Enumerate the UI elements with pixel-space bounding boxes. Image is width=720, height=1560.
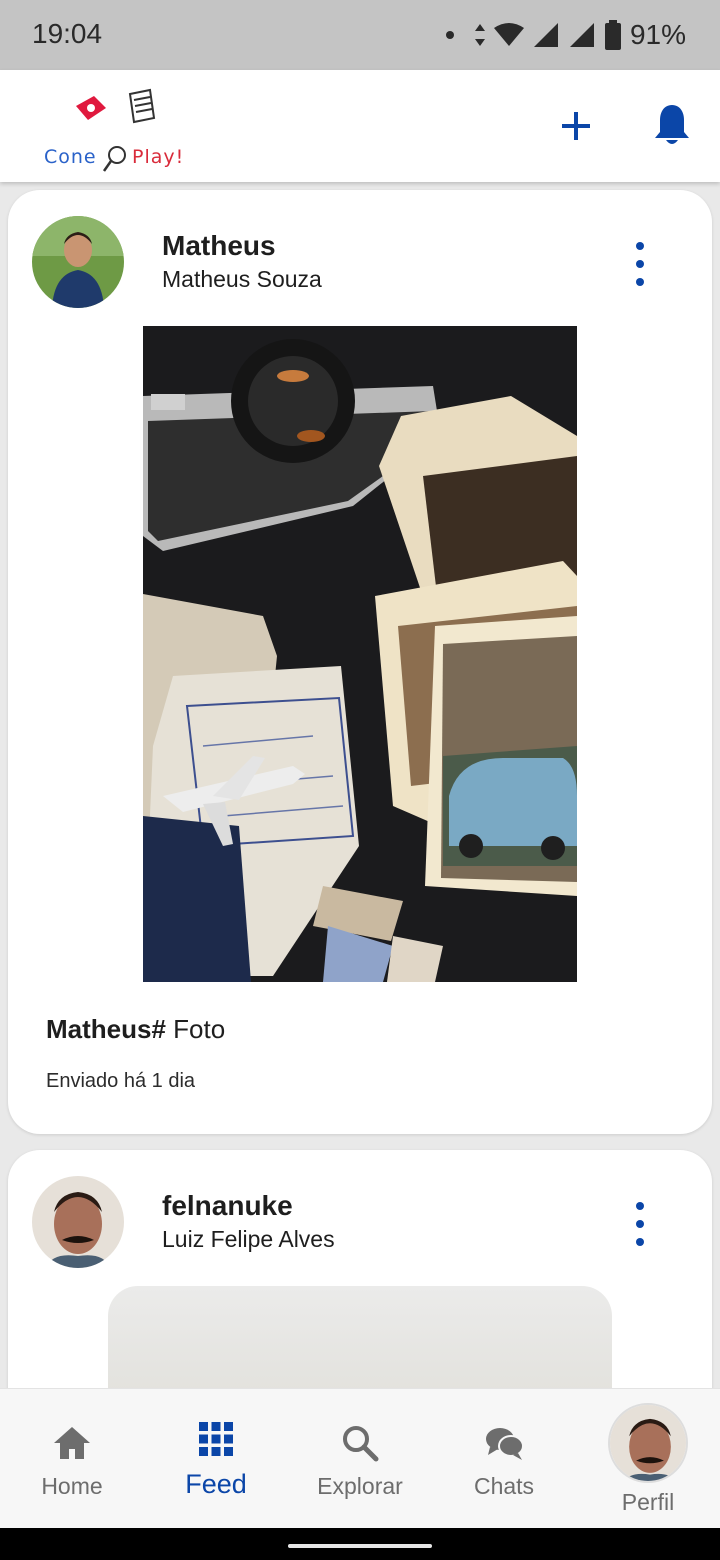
post-caption: Matheus# Foto	[46, 1014, 225, 1045]
notification-dot-icon	[445, 31, 454, 39]
system-navigation-bar	[0, 1528, 720, 1560]
post-full-name: Luiz Felipe Alves	[162, 1226, 335, 1252]
nav-chats-label: Chats	[473, 1473, 535, 1499]
bottom-navigation: Home Feed Explorar Chats Perfil	[0, 1388, 720, 1528]
notifications-bell-icon[interactable]	[652, 102, 692, 148]
data-arrows-icon	[474, 24, 485, 46]
battery-icon	[604, 20, 621, 50]
nav-explorar[interactable]: Explorar	[288, 1389, 432, 1529]
post-card: Matheus Matheus Souza Matheus# Foto Envi…	[8, 190, 712, 1134]
nav-perfil[interactable]: Perfil	[576, 1389, 720, 1529]
avatar[interactable]	[32, 1176, 124, 1268]
nav-explorar-label: Explorar	[317, 1473, 403, 1499]
logo-paper-icon	[128, 88, 156, 124]
grid-icon	[199, 1422, 233, 1456]
signal-icon	[533, 23, 558, 47]
nav-perfil-label: Perfil	[621, 1489, 675, 1515]
avatar	[608, 1403, 688, 1483]
more-options-icon[interactable]	[626, 242, 654, 286]
status-time: 19:04	[32, 18, 103, 49]
nav-feed[interactable]: Feed	[144, 1389, 288, 1529]
nav-home[interactable]: Home	[0, 1389, 144, 1529]
status-bar: 19:04 91%	[0, 0, 720, 70]
caption-user[interactable]: Matheus#	[46, 1014, 166, 1044]
post-username[interactable]: felnanuke	[162, 1190, 293, 1222]
add-post-button[interactable]	[556, 106, 596, 146]
battery-percent: 91%	[629, 19, 686, 50]
more-options-icon[interactable]	[626, 1202, 654, 1246]
post-full-name: Matheus Souza	[162, 266, 322, 292]
nav-feed-label: Feed	[185, 1469, 247, 1499]
caption-text: Foto	[165, 1014, 226, 1044]
logo-text-left: Cone	[44, 146, 97, 168]
wifi-icon	[493, 23, 524, 46]
app-bar: Cone Play!	[0, 70, 720, 182]
logo-text-right: Play!	[132, 146, 185, 168]
chat-bubbles-icon	[486, 1428, 524, 1460]
status-icons: 91%	[445, 18, 686, 52]
post-timestamp: Enviado há 1 dia	[46, 1070, 196, 1092]
logo-magnifier-icon	[102, 146, 126, 172]
post-image[interactable]	[143, 326, 577, 982]
post-username[interactable]: Matheus	[162, 230, 276, 262]
home-icon	[54, 1427, 90, 1459]
app-logo[interactable]: Cone Play!	[44, 88, 185, 172]
nav-chats[interactable]: Chats	[432, 1389, 576, 1529]
home-indicator[interactable]	[288, 1544, 432, 1548]
logo-ticket-icon	[76, 96, 106, 120]
avatar[interactable]	[32, 216, 124, 308]
nav-home-label: Home	[41, 1473, 103, 1499]
signal-icon-2	[569, 23, 594, 47]
search-icon	[343, 1426, 379, 1462]
